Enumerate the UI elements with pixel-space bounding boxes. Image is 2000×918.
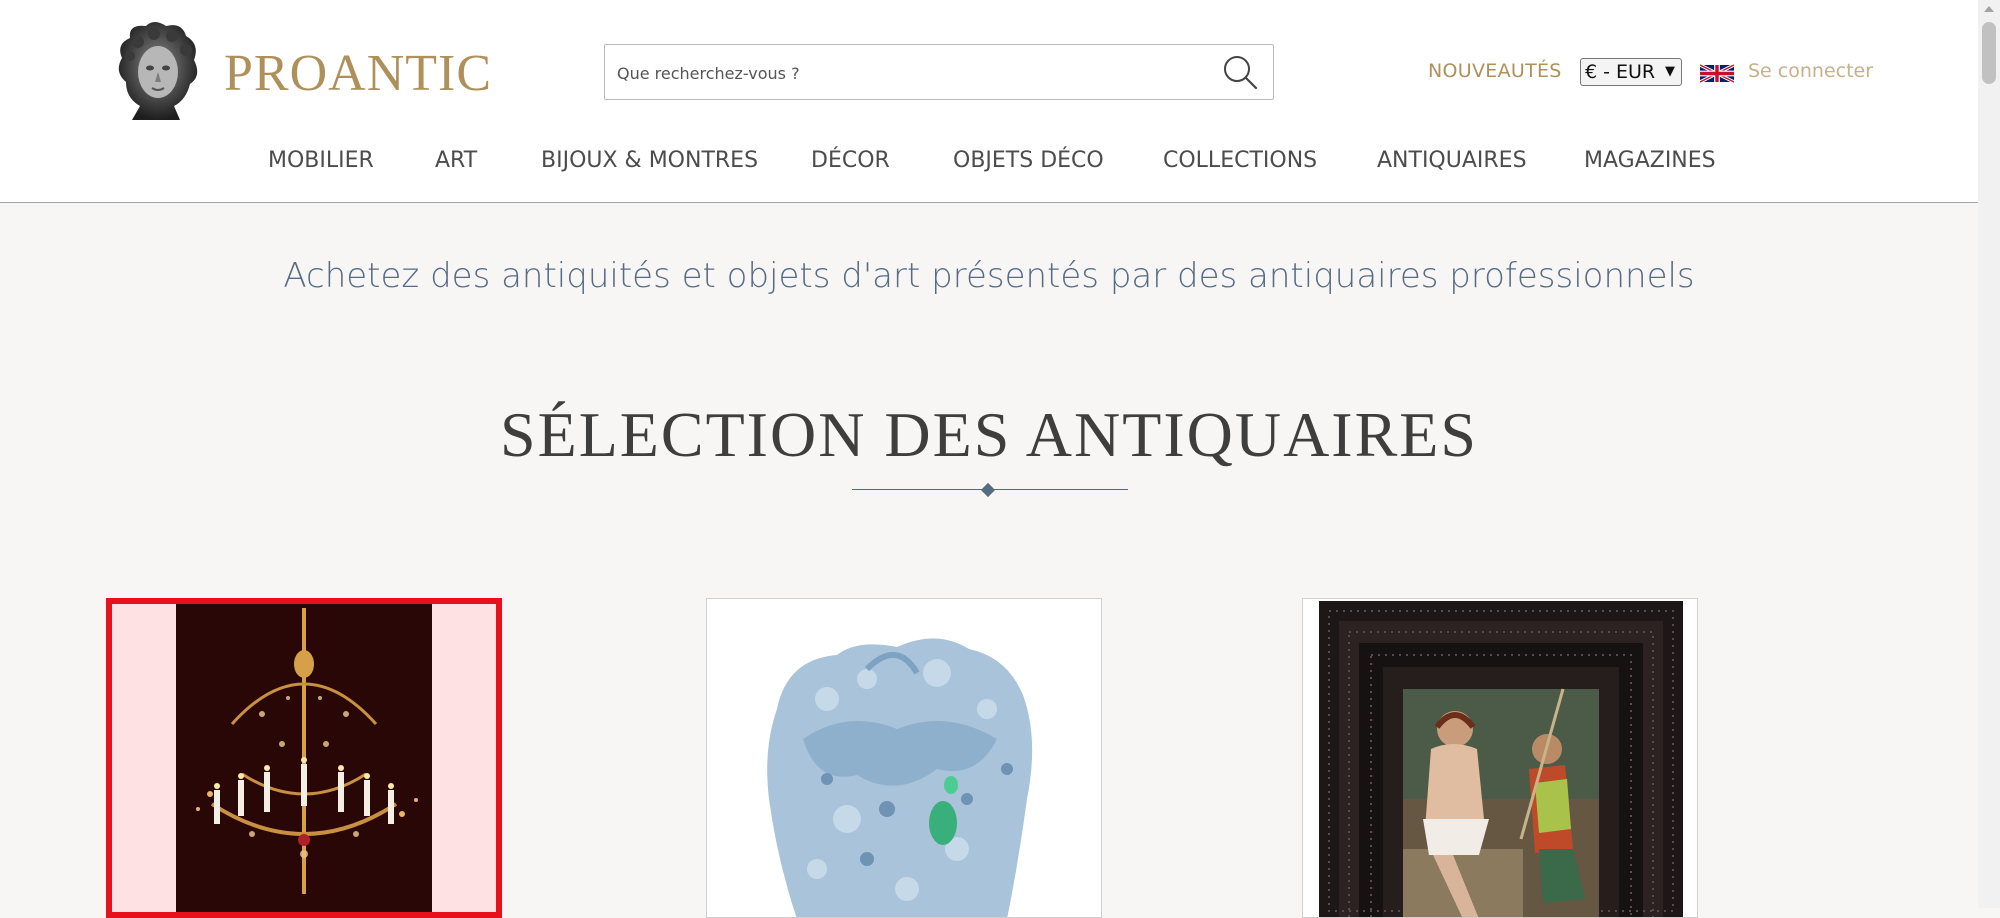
product-card-framed-painting[interactable] (1302, 598, 1698, 918)
new-arrivals-link[interactable]: NOUVEAUTÉS (1428, 60, 1562, 82)
currency-value: € - EUR (1585, 61, 1656, 83)
bust-logo-icon[interactable] (110, 20, 205, 122)
main-nav: MOBILIER ART BIJOUX & MONTRES DÉCOR OBJE… (0, 148, 1978, 178)
jade-sculpture-image (707, 599, 1101, 917)
framed-painting-image (1303, 599, 1697, 917)
nav-item-art[interactable]: ART (435, 148, 477, 173)
search-icon[interactable] (1221, 53, 1259, 91)
section-title: SÉLECTION DES ANTIQUAIRES (500, 399, 1478, 470)
login-link[interactable]: Se connecter (1748, 60, 1873, 82)
brand-wordmark[interactable]: PROANTIC (224, 44, 492, 103)
search-box (604, 44, 1274, 100)
nav-item-antiquaires[interactable]: ANTIQUAIRES (1377, 148, 1527, 173)
page-scrollbar[interactable] (1978, 0, 2000, 908)
currency-select[interactable]: € - EUR ▼ (1580, 58, 1682, 86)
scrollbar-thumb[interactable] (1982, 22, 1996, 84)
nav-item-bijoux-montres[interactable]: BIJOUX & MONTRES (541, 148, 758, 173)
nav-item-objets-deco[interactable]: OBJETS DÉCO (953, 148, 1104, 173)
product-card-chandelier[interactable] (106, 598, 502, 918)
nav-item-magazines[interactable]: MAGAZINES (1584, 148, 1716, 173)
nav-item-mobilier[interactable]: MOBILIER (268, 148, 374, 173)
search-input[interactable] (615, 53, 1199, 93)
divider-diamond (980, 482, 996, 498)
uk-flag-icon[interactable] (1700, 61, 1734, 86)
chevron-down-icon: ▼ (1665, 64, 1675, 79)
site-header: PROANTIC NOUVEAUTÉS € - EUR ▼ Se connect… (0, 0, 1978, 203)
page-tagline: Achetez des antiquités et objets d'art p… (283, 256, 1695, 296)
product-card-jade-sculpture[interactable] (706, 598, 1102, 918)
nav-item-collections[interactable]: COLLECTIONS (1163, 148, 1317, 173)
chandelier-image (112, 604, 496, 912)
scroll-up-icon[interactable] (1984, 6, 1994, 12)
nav-item-decor[interactable]: DÉCOR (811, 148, 890, 173)
